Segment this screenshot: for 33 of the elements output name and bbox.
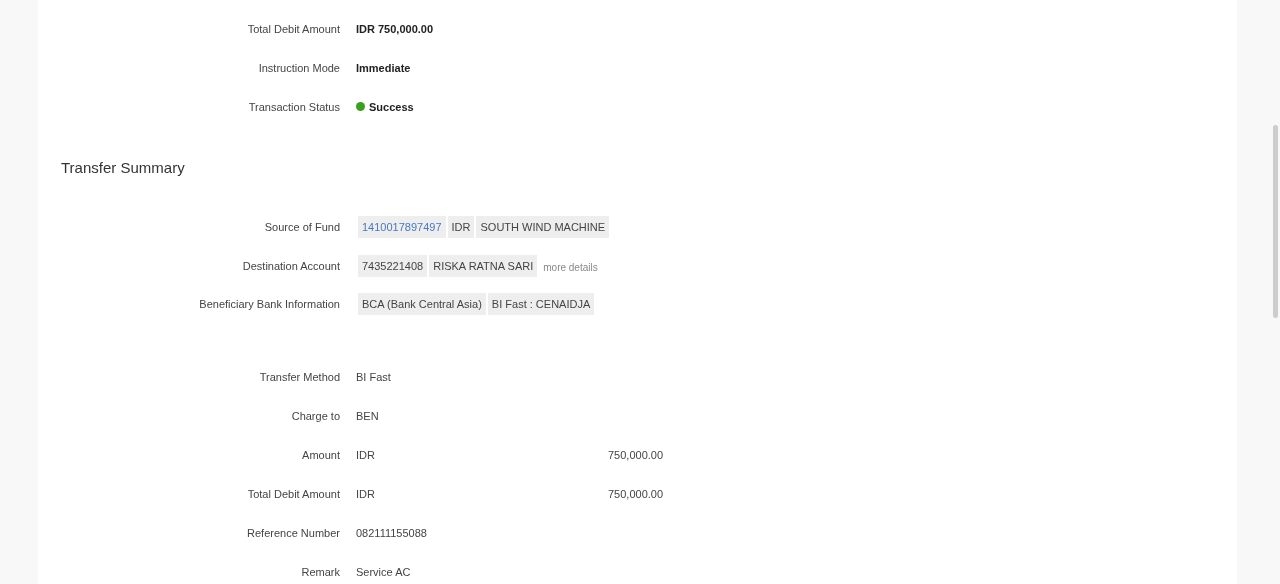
- field-label: Total Debit Amount: [246, 22, 340, 35]
- account-link[interactable]: 1410017897497: [358, 216, 446, 239]
- info-tag: RISKA RATNA SARI: [429, 254, 538, 277]
- amount-value: 750,000.00: [608, 488, 662, 500]
- info-tag: SOUTH WIND MACHINE: [476, 216, 610, 239]
- info-tag: BCA (Bank Central Asia): [358, 293, 486, 316]
- field-value: BEN: [356, 410, 379, 422]
- info-tag: BI Fast : CENAIDJA: [487, 293, 595, 316]
- field-value: Service AC: [356, 566, 411, 578]
- field-label: Amount: [301, 449, 340, 461]
- field-value: BI Fast: [356, 371, 391, 383]
- scrollbar-thumb[interactable]: [1273, 125, 1278, 318]
- field-value: IDR 750,000.00: [356, 22, 434, 35]
- currency-code: IDR: [356, 488, 376, 500]
- amount-value: 750,000.00: [608, 449, 662, 461]
- status-text: Success: [369, 100, 414, 113]
- currency-code: IDR: [356, 449, 376, 461]
- info-tag: 7435221408: [358, 254, 428, 277]
- field-value: Immediate: [356, 61, 411, 74]
- info-tag: IDR: [447, 216, 475, 239]
- field-label: Total Debit Amount: [246, 488, 340, 500]
- section-title: Transfer Summary: [60, 157, 186, 178]
- field-label: Remark: [300, 566, 340, 578]
- more-details-link[interactable]: more details: [543, 262, 598, 274]
- field-label: Source of Fund: [263, 221, 340, 234]
- field-label: Reference Number: [246, 527, 340, 539]
- field-label: Charge to: [290, 410, 340, 422]
- field-value: 082111155088: [356, 527, 427, 539]
- field-label: Destination Account: [241, 259, 340, 272]
- field-label: Beneficiary Bank Information: [198, 298, 340, 311]
- field-label: Instruction Mode: [257, 61, 340, 74]
- field-label: Transaction Status: [247, 100, 340, 113]
- field-label: Transfer Method: [258, 371, 340, 383]
